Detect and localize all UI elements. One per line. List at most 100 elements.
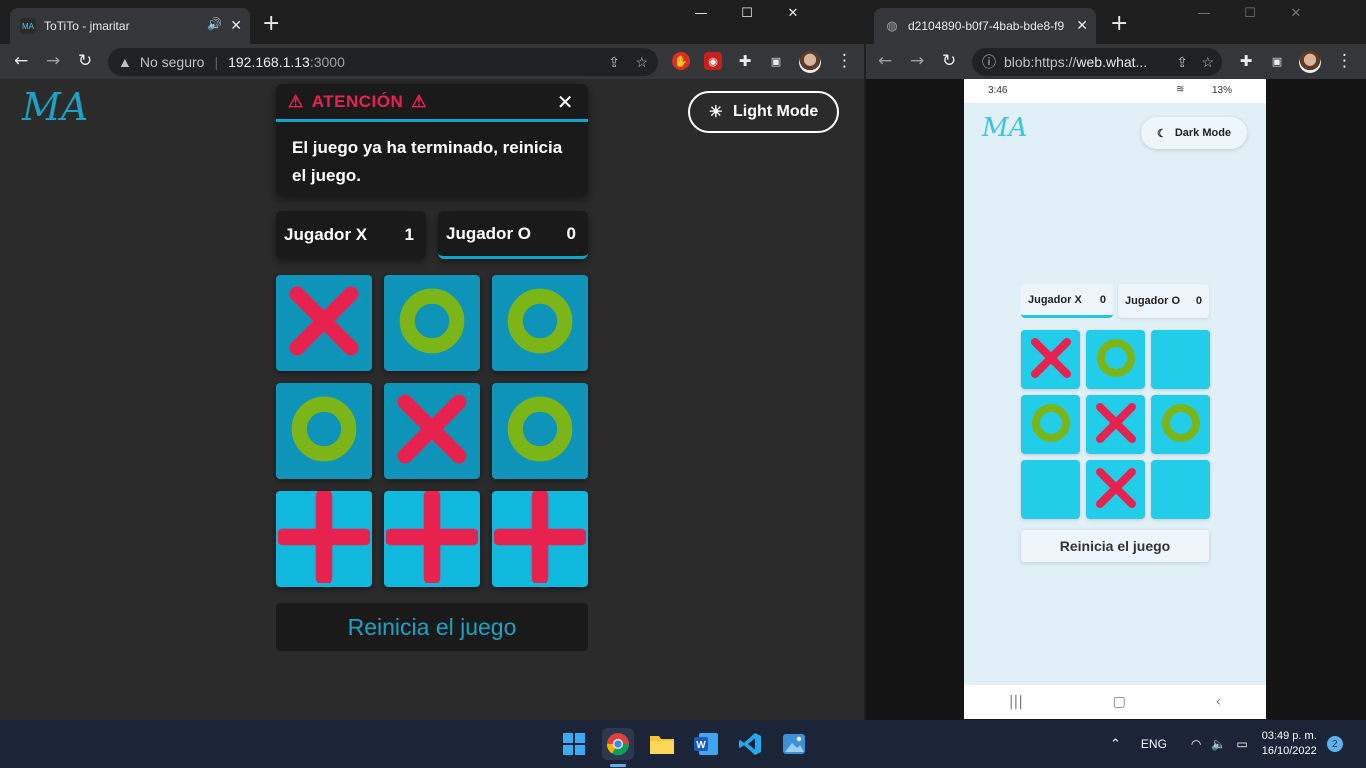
minimize-button[interactable]: — — [678, 6, 724, 21]
alert-close-icon[interactable]: ✕ — [557, 90, 574, 115]
minimize-button[interactable]: — — [1181, 6, 1227, 21]
vscode-icon[interactable] — [734, 728, 766, 760]
wifi-icon[interactable]: ◠ — [1191, 737, 1201, 751]
warning-icon: ⚠ — [411, 91, 428, 111]
speaker-icon[interactable]: 🔊 — [207, 17, 222, 31]
phone-board-cell[interactable] — [1021, 330, 1080, 389]
o-mark-icon — [498, 387, 582, 475]
menu-kebab-icon[interactable]: ⋮ — [836, 51, 853, 71]
player-score: 0 — [1195, 295, 1202, 307]
board-cell[interactable] — [492, 275, 588, 371]
new-tab-button[interactable]: + — [1110, 13, 1128, 35]
tab-blob[interactable]: ◍ d2104890-b0f7-4bab-bde8-f9 ✕ — [874, 8, 1096, 44]
phone-board-cell[interactable] — [1086, 460, 1145, 519]
back-button[interactable]: ← — [878, 51, 892, 71]
extensions-puzzle-icon[interactable]: ✚ — [736, 52, 754, 70]
maximize-button[interactable]: ☐ — [1227, 6, 1273, 21]
phone-reset-button[interactable]: Reinicia el juego — [1021, 530, 1209, 562]
share-icon[interactable]: ⇪ — [608, 54, 620, 71]
profile-avatar[interactable] — [799, 51, 821, 73]
word-icon[interactable]: W — [690, 728, 722, 760]
file-explorer-icon[interactable] — [646, 728, 678, 760]
ma-logo[interactable]: MA — [982, 113, 1027, 143]
ma-logo[interactable]: MA — [22, 85, 88, 129]
phone-board-cell[interactable] — [1086, 330, 1145, 389]
phone-board-cell[interactable] — [1086, 395, 1145, 454]
share-icon[interactable]: ⇪ — [1176, 54, 1188, 71]
board-cell[interactable] — [492, 383, 588, 479]
clock[interactable]: 03:49 p. m. 16/10/2022 — [1262, 729, 1317, 759]
maximize-button[interactable]: ☐ — [724, 6, 770, 21]
new-tab-button[interactable]: + — [262, 13, 280, 35]
battery-level: 13% — [1212, 85, 1233, 96]
back-icon[interactable]: ‹ — [1216, 694, 1222, 710]
x-mark-icon — [1026, 333, 1076, 387]
x-mark-icon — [1091, 463, 1141, 517]
player-name: Jugador O — [446, 223, 532, 243]
forward-button[interactable]: → — [46, 51, 60, 71]
battery-icon[interactable]: ▭ — [1236, 737, 1247, 751]
volume-icon[interactable]: 🔈 — [1211, 737, 1226, 751]
side-panel-icon[interactable]: ▣ — [1268, 52, 1286, 70]
phone-board-cell[interactable] — [1151, 460, 1210, 519]
chevron-up-icon[interactable]: ⌃ — [1110, 736, 1121, 752]
language-indicator[interactable]: ENG — [1141, 737, 1167, 751]
side-panel-icon[interactable]: ▣ — [767, 52, 785, 70]
o-mark-icon — [282, 387, 366, 475]
board-cell[interactable] — [491, 488, 589, 587]
light-mode-button[interactable]: ☀ Light Mode — [688, 91, 839, 133]
extension-icon-2[interactable]: ◉ — [704, 52, 722, 70]
address-bar[interactable]: ▲ No seguro | 192.168.1.13 :3000 ⇪ ☆ — [108, 48, 658, 76]
phone-board-cell[interactable] — [1151, 395, 1210, 454]
photos-icon[interactable] — [778, 728, 810, 760]
phone-board-cell[interactable] — [1151, 330, 1210, 389]
clock-date: 16/10/2022 — [1261, 745, 1317, 757]
plus-mark-icon — [275, 488, 373, 587]
extensions-puzzle-icon[interactable]: ✚ — [1237, 52, 1255, 70]
phone-board-cell[interactable] — [1021, 460, 1080, 519]
close-window-button[interactable]: ✕ — [770, 6, 816, 21]
score-player-o: Jugador O 0 — [438, 211, 588, 259]
tab-close-icon[interactable]: ✕ — [1076, 17, 1088, 34]
player-score: 0 — [566, 223, 576, 243]
address-bar[interactable]: ⓘ blob:https:// web.what... ⇪ ☆ — [972, 48, 1222, 76]
o-mark-icon — [1026, 398, 1076, 452]
adblock-extension-icon[interactable]: ✋ — [672, 52, 690, 70]
phone-board-cell[interactable] — [1021, 395, 1080, 454]
board-cell[interactable] — [384, 275, 480, 371]
clock-time: 03:49 p. m. — [1261, 730, 1317, 742]
x-mark-icon — [1091, 398, 1141, 452]
dark-mode-button[interactable]: ☾ Dark Mode — [1141, 117, 1247, 149]
board-cell[interactable] — [383, 488, 481, 587]
back-button[interactable]: ← — [14, 51, 28, 71]
board-cell[interactable] — [275, 488, 373, 587]
chrome-icon[interactable] — [602, 728, 634, 760]
warning-icon[interactable]: ▲ — [118, 54, 132, 70]
globe-icon: ◍ — [886, 18, 898, 33]
forward-button[interactable]: → — [910, 51, 924, 71]
game-over-alert: ⚠ ATENCIÓN ⚠ ✕ El juego ya ha terminado,… — [276, 84, 588, 196]
warning-icon: ⚠ — [288, 91, 304, 111]
reload-button[interactable]: ↻ — [78, 51, 92, 71]
close-window-button[interactable]: ✕ — [1273, 6, 1319, 21]
tab-title: ToTiTo - jmaritar — [44, 19, 130, 33]
bookmark-star-icon[interactable]: ☆ — [635, 54, 648, 71]
menu-kebab-icon[interactable]: ⋮ — [1336, 51, 1353, 71]
board-cell[interactable] — [384, 383, 480, 479]
home-icon[interactable]: ▢ — [1113, 694, 1126, 710]
start-button[interactable] — [558, 728, 590, 760]
board-cell[interactable] — [276, 383, 372, 479]
tab-close-icon[interactable]: ✕ — [230, 17, 242, 34]
info-icon[interactable]: ⓘ — [982, 52, 996, 72]
notification-badge[interactable]: 2 — [1326, 736, 1343, 752]
reset-game-button[interactable]: Reinicia el juego — [276, 603, 588, 651]
profile-avatar[interactable] — [1299, 51, 1321, 73]
recent-apps-icon[interactable]: ||| — [1009, 694, 1023, 710]
tab-totito[interactable]: MA ToTiTo - jmaritar 🔊 ✕ — [10, 8, 250, 44]
board-cell[interactable] — [276, 275, 372, 371]
browser-toolbar: ← → ↻ ▲ No seguro | 192.168.1.13 :3000 ⇪… — [0, 44, 864, 79]
player-name: Jugador O — [1125, 295, 1181, 307]
bookmark-star-icon[interactable]: ☆ — [1201, 54, 1214, 71]
windows-taskbar: W ⌃ ENG ◠ 🔈 ▭ 03:49 p. m. 16/10/2022 2 — [0, 720, 1366, 768]
reload-button[interactable]: ↻ — [942, 51, 956, 71]
